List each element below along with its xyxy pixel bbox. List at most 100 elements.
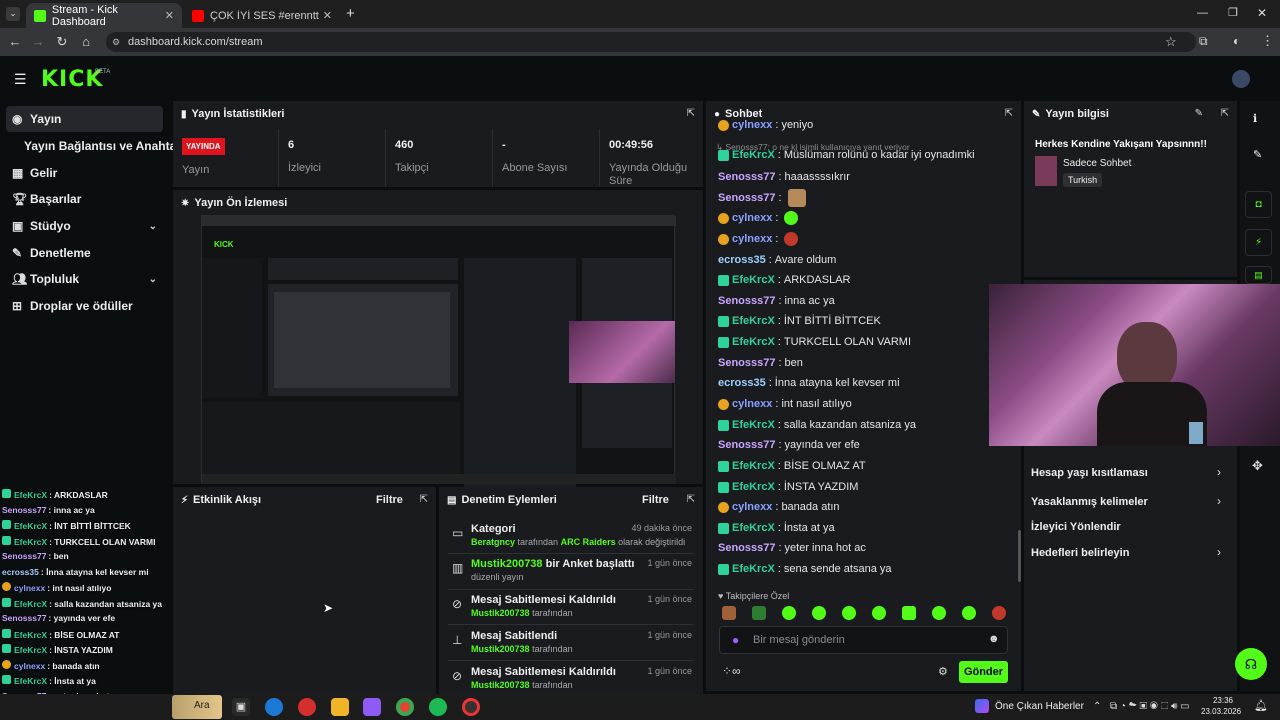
- user-avatar[interactable]: [1232, 70, 1250, 88]
- close-window-icon[interactable]: ✕: [1257, 6, 1267, 20]
- menu-banned-words[interactable]: Yasaklanmış kelimeler: [1031, 496, 1148, 508]
- sidebar-item-yayin[interactable]: ◉ Yayın: [6, 106, 163, 132]
- chat-username[interactable]: cylnexx: [732, 119, 772, 131]
- popout-icon[interactable]: ⇱: [687, 494, 695, 505]
- address-bar-input[interactable]: ⚙ dashboard.kick.com/stream: [106, 32, 1196, 52]
- sidebar-item-stream-key[interactable]: Yayın Bağlantısı ve Anahtarı: [6, 133, 184, 159]
- emote-icon[interactable]: [842, 606, 856, 620]
- chrome-icon[interactable]: [396, 698, 414, 716]
- tab-search-icon[interactable]: ⌄: [6, 7, 20, 21]
- send-button[interactable]: Gönder: [959, 661, 1008, 683]
- chat-username[interactable]: EfeKrcX: [732, 336, 775, 348]
- chat-username[interactable]: cylnexx: [732, 233, 772, 245]
- chat-username[interactable]: EfeKrcX: [732, 315, 775, 327]
- microphone-icon[interactable]: ●: [732, 633, 739, 647]
- chat-username[interactable]: EfeKrcX: [732, 274, 775, 286]
- chat-input[interactable]: ● Bir mesaj gönderin ☻: [719, 626, 1008, 654]
- close-tab-icon[interactable]: ✕: [323, 9, 332, 22]
- clock-time[interactable]: 23:36: [1205, 696, 1233, 705]
- activity-filter-button[interactable]: Filtre: [376, 494, 403, 506]
- browser-menu-icon[interactable]: ⋮: [1261, 33, 1274, 49]
- extensions-icon[interactable]: ⧉: [1199, 34, 1208, 49]
- sidebar-item-basarilar[interactable]: 🏆︎ Başarılar: [6, 186, 163, 212]
- chat-settings-dots-icon[interactable]: ⁘∞: [722, 664, 741, 678]
- chat-username[interactable]: cylnexx: [732, 398, 772, 410]
- chevron-down-icon[interactable]: ⌄: [149, 221, 157, 232]
- chat-username[interactable]: Senosss77: [718, 295, 775, 307]
- sidebar-item-topluluk[interactable]: 👥︎ Topluluk ⌄: [6, 266, 163, 292]
- close-tab-icon[interactable]: ✕: [165, 9, 174, 22]
- reload-icon[interactable]: ↻: [50, 34, 74, 50]
- bookmark-star-icon[interactable]: ☆: [1165, 34, 1177, 50]
- chat-username[interactable]: Senosss77: [718, 542, 775, 554]
- spotify-icon[interactable]: [429, 698, 447, 716]
- file-explorer-icon[interactable]: [331, 698, 349, 716]
- emote-icon[interactable]: [812, 606, 826, 620]
- obs-icon[interactable]: [462, 698, 480, 716]
- site-info-icon[interactable]: ⚙: [112, 32, 120, 52]
- chevron-down-icon[interactable]: ⌄: [149, 274, 157, 285]
- emote-icon[interactable]: [752, 606, 766, 620]
- chat-username[interactable]: Senosss77: [718, 171, 775, 183]
- chat-username[interactable]: Senosss77: [718, 439, 775, 451]
- sidebar-item-droplar[interactable]: ⊞ Droplar ve ödüller: [6, 293, 163, 319]
- popout-icon[interactable]: ⇱: [1005, 108, 1013, 119]
- emote-icon[interactable]: [722, 606, 736, 620]
- home-icon[interactable]: ⌂: [74, 34, 98, 49]
- chat-username[interactable]: cylnexx: [732, 212, 772, 224]
- minimize-icon[interactable]: —: [1197, 7, 1208, 19]
- list-icon[interactable]: ▤: [1245, 266, 1272, 284]
- pencil-icon[interactable]: ✎: [1253, 148, 1262, 161]
- emote-icon[interactable]: [902, 606, 916, 620]
- edge-icon[interactable]: [265, 698, 283, 716]
- chat-username[interactable]: EfeKrcX: [732, 481, 775, 493]
- preview-video[interactable]: KICK: [201, 215, 676, 488]
- modactions-filter-button[interactable]: Filtre: [642, 494, 669, 506]
- popout-icon[interactable]: ⇱: [420, 494, 428, 505]
- new-tab-button[interactable]: +: [346, 5, 355, 22]
- chat-username[interactable]: ecross35: [718, 254, 766, 266]
- maximize-icon[interactable]: ❐: [1228, 6, 1238, 19]
- chat-username[interactable]: EfeKrcX: [732, 419, 775, 431]
- lightning-icon[interactable]: ⚡︎: [1245, 229, 1272, 256]
- news-label[interactable]: Öne Çıkan Haberler: [995, 701, 1084, 712]
- clock-date[interactable]: 23.03.2026: [1201, 707, 1241, 716]
- edit-icon[interactable]: ✎: [1195, 108, 1203, 119]
- emote-icon[interactable]: [872, 606, 886, 620]
- emote-icon[interactable]: [932, 606, 946, 620]
- copilot-icon[interactable]: [363, 698, 381, 716]
- tab-kick-dashboard[interactable]: Stream - Kick Dashboard ✕: [26, 3, 182, 28]
- sidebar-item-studyo[interactable]: ▣ Stüdyo ⌄: [6, 213, 163, 239]
- gear-icon[interactable]: ⚙: [938, 665, 948, 678]
- support-headset-icon[interactable]: ☊: [1235, 648, 1267, 680]
- chat-username[interactable]: Senosss77: [718, 357, 775, 369]
- forward-icon[interactable]: →: [26, 34, 50, 49]
- chat-username[interactable]: cylnexx: [732, 501, 772, 513]
- tray-icons[interactable]: ⧉ ◔ ☁ ▣ ◉ ⬚ 🔊︎ ▭: [1110, 701, 1190, 712]
- back-icon[interactable]: ←: [3, 34, 27, 49]
- hamburger-menu-icon[interactable]: ☰: [14, 71, 27, 88]
- chat-username[interactable]: EfeKrcX: [732, 563, 775, 575]
- menu-goals[interactable]: Hedefleri belirleyin: [1031, 547, 1129, 559]
- chat-username[interactable]: ecross35: [718, 377, 766, 389]
- chevron-right-icon[interactable]: ›: [1217, 465, 1221, 479]
- opera-icon[interactable]: [298, 698, 316, 716]
- camera-icon[interactable]: ◘: [1245, 191, 1272, 218]
- chat-username[interactable]: Senosss77: [718, 192, 775, 204]
- news-icon[interactable]: [975, 699, 989, 713]
- popout-icon[interactable]: ⇱: [687, 108, 695, 119]
- emote-icon[interactable]: [962, 606, 976, 620]
- taskbar-search[interactable]: Ara: [172, 695, 222, 719]
- chat-scrollbar[interactable]: [1018, 530, 1021, 582]
- menu-account-age[interactable]: Hesap yaşı kısıtlaması: [1031, 467, 1148, 479]
- notification-icon[interactable]: 🔔︎: [1254, 699, 1268, 712]
- tab-youtube[interactable]: ÇOK İYİ SES #erenntt #kick #sh ✕: [184, 3, 340, 28]
- emote-icon[interactable]: [782, 606, 796, 620]
- chevron-right-icon[interactable]: ›: [1217, 494, 1221, 508]
- chat-username[interactable]: EfeKrcX: [732, 460, 775, 472]
- chevron-right-icon[interactable]: ›: [1217, 545, 1221, 559]
- emoji-icon[interactable]: ☻: [988, 633, 1000, 645]
- info-icon[interactable]: ℹ: [1253, 112, 1257, 125]
- sidebar-item-gelir[interactable]: ▦ Gelir: [6, 160, 163, 186]
- menu-raid[interactable]: İzleyici Yönlendir: [1031, 521, 1121, 533]
